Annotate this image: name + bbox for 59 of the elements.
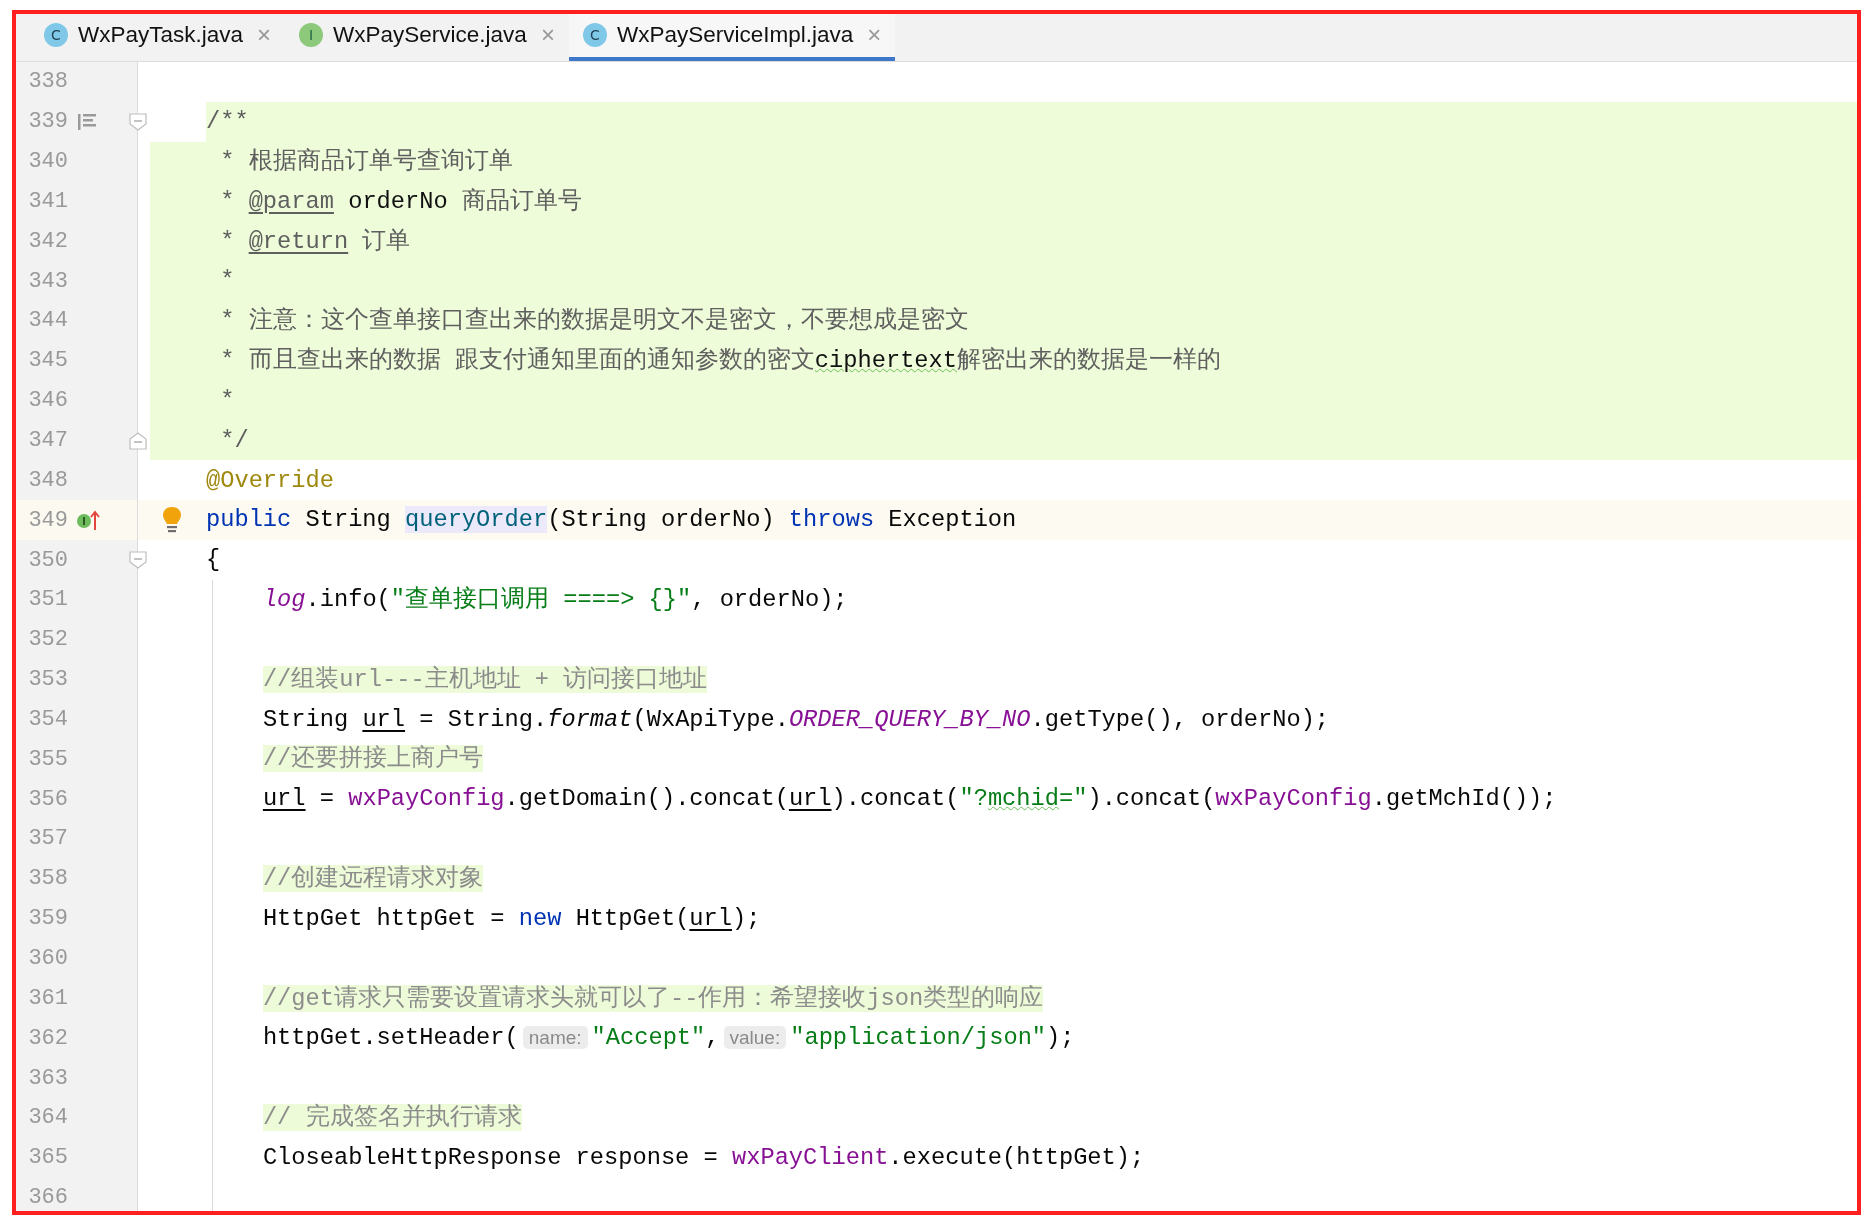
line-number: 345 xyxy=(27,347,68,376)
line-number: 338 xyxy=(27,68,68,97)
code-line: */ xyxy=(219,425,249,456)
code-line: @Override xyxy=(206,465,334,496)
line-number: 359 xyxy=(27,905,68,934)
file-type-icon: C xyxy=(44,23,68,47)
line-number: 354 xyxy=(27,705,68,734)
editor-tab[interactable]: C WxPayTask.java × xyxy=(30,14,286,61)
fold-icon[interactable] xyxy=(129,551,147,570)
line-number: 365 xyxy=(27,1144,68,1173)
line-number: 364 xyxy=(27,1104,68,1133)
code-line: CloseableHttpResponse response = wxPayClient.execute(httpGet); xyxy=(262,1142,1145,1173)
line-number: 343 xyxy=(27,267,68,296)
line-number: 346 xyxy=(27,387,68,416)
lightbulb-icon[interactable] xyxy=(161,506,183,535)
line-number: 340 xyxy=(27,148,68,177)
line-number: 348 xyxy=(27,466,68,495)
line-number: 363 xyxy=(27,1064,68,1093)
line-number: 350 xyxy=(27,546,68,575)
line-number: 362 xyxy=(27,1024,68,1053)
code-line: String url = String.format(WxApiType.ORDER_QUERY_BY_NO.getType(), orderNo); xyxy=(262,704,1330,735)
line-number: 366 xyxy=(27,1184,68,1211)
code-line: HttpGet httpGet = new HttpGet(url); xyxy=(262,903,761,934)
editor-tab[interactable]: I WxPayService.java × xyxy=(285,14,569,61)
code-line: * 注意：这个查单接口查出来的数据是明文不是密文，不要想成是密文 xyxy=(219,306,969,337)
line-number: 357 xyxy=(27,825,68,854)
code-line: * xyxy=(219,266,235,297)
line-number: 353 xyxy=(27,666,68,695)
lines-icon[interactable] xyxy=(76,111,98,132)
line-number: 344 xyxy=(27,307,68,336)
line-number: 347 xyxy=(27,427,68,455)
code-line: httpGet.setHeader( name: "Accept", value: "application/json"); xyxy=(262,1023,1075,1054)
code-line: * xyxy=(219,385,235,416)
line-number: 355 xyxy=(27,745,68,774)
file-type-icon: I xyxy=(299,23,324,47)
code-line: url = wxPayConfig.getDomain().concat(url).concat("?mchid=").concat(wxPayConfig.getMchId()); xyxy=(262,784,1557,815)
code-line: log.info("查单接口调用 ====> {}", orderNo); xyxy=(262,585,848,616)
code-line: * @return 订单 xyxy=(219,226,411,257)
code-line: public String queryOrder(String orderNo) throws Exception xyxy=(206,505,1017,536)
line-number: 352 xyxy=(27,626,68,655)
code-line: * 根据商品订单号查询订单 xyxy=(219,146,513,177)
line-number: 356 xyxy=(27,785,68,814)
code-line: { xyxy=(206,545,221,576)
line-number: 351 xyxy=(27,586,68,615)
code-line: /** xyxy=(206,107,249,137)
line-number: 360 xyxy=(27,945,68,973)
fold-icon[interactable] xyxy=(129,431,147,450)
code-line: * 而且查出来的数据 跟支付通知里面的通知参数的密文ciphertext解密出来的数据是一样的 xyxy=(219,346,1221,377)
line-number: 361 xyxy=(27,984,68,1013)
code-line: * @param orderNo 商品订单号 xyxy=(219,186,582,217)
file-type-icon: C xyxy=(582,23,607,47)
line-number: 339 xyxy=(27,108,68,137)
fold-icon[interactable] xyxy=(129,112,147,131)
line-number: 342 xyxy=(27,227,68,256)
line-number: 349 xyxy=(27,506,68,535)
line-number: 358 xyxy=(27,865,68,894)
implements-icon[interactable] xyxy=(76,508,102,533)
line-number: 341 xyxy=(27,187,68,216)
editor-tab[interactable]: C WxPayServiceImpl.java × xyxy=(568,14,896,61)
